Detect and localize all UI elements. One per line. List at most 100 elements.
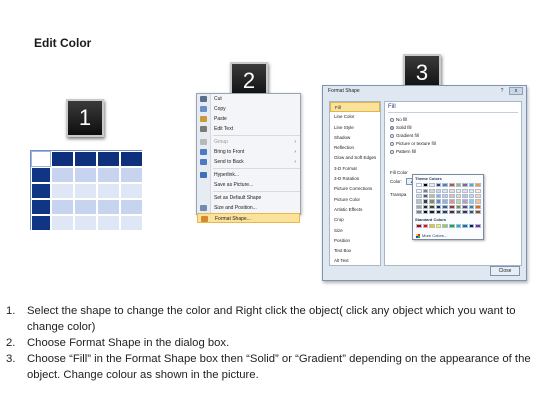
color-swatch[interactable] xyxy=(422,194,429,199)
nav-item-picture-corrections[interactable]: Picture Corrections xyxy=(330,184,380,194)
color-swatch[interactable] xyxy=(468,224,475,229)
nav-item-text-box[interactable]: Text Box xyxy=(330,246,380,256)
color-swatch[interactable] xyxy=(475,183,481,188)
color-swatch[interactable] xyxy=(422,204,429,209)
color-swatch[interactable] xyxy=(475,189,481,194)
radio-button[interactable] xyxy=(390,149,394,154)
dialog-close-x-button[interactable]: x xyxy=(509,87,523,95)
nav-item-reflection[interactable]: Reflection xyxy=(330,143,380,153)
color-swatch[interactable] xyxy=(422,209,429,214)
color-swatch[interactable] xyxy=(416,209,422,214)
color-swatch[interactable] xyxy=(442,199,448,204)
color-swatch[interactable] xyxy=(435,189,442,194)
color-swatch[interactable] xyxy=(462,199,468,204)
color-swatch[interactable] xyxy=(468,189,475,194)
color-swatch[interactable] xyxy=(422,183,429,188)
color-swatch[interactable] xyxy=(448,204,455,209)
color-swatch[interactable] xyxy=(442,209,448,214)
color-swatch[interactable] xyxy=(435,204,442,209)
nav-item-artistic-effects[interactable]: Artistic Effects xyxy=(330,205,380,215)
nav-item-picture-color[interactable]: Picture Color xyxy=(330,195,380,205)
color-swatch[interactable] xyxy=(455,204,462,209)
nav-item-glow-and-soft-edges[interactable]: Glow and Soft Edges xyxy=(330,153,380,163)
color-swatch[interactable] xyxy=(429,224,435,229)
color-swatch[interactable] xyxy=(455,183,462,188)
color-swatch[interactable] xyxy=(455,224,462,229)
fill-option-solid-fill[interactable]: Solid fill xyxy=(390,125,412,131)
color-swatch[interactable] xyxy=(475,224,481,229)
color-swatch[interactable] xyxy=(422,189,429,194)
menu-item-cut[interactable]: Cut xyxy=(197,94,300,104)
nav-item-crop[interactable]: Crop xyxy=(330,215,380,225)
nav-item-line-style[interactable]: Line Style xyxy=(330,123,380,133)
color-swatch[interactable] xyxy=(442,224,448,229)
color-swatch[interactable] xyxy=(462,209,468,214)
color-swatch[interactable] xyxy=(416,189,422,194)
color-swatch[interactable] xyxy=(416,204,422,209)
menu-item-size-and-position[interactable]: Size and Position... xyxy=(197,203,300,213)
color-swatch[interactable] xyxy=(435,199,442,204)
color-swatch[interactable] xyxy=(448,209,455,214)
color-swatch[interactable] xyxy=(442,183,448,188)
color-swatch[interactable] xyxy=(435,183,442,188)
menu-item-copy[interactable]: Copy xyxy=(197,104,300,114)
menu-item-bring-to-front[interactable]: Bring to Front › xyxy=(197,147,300,157)
color-swatch[interactable] xyxy=(429,199,435,204)
nav-item-fill[interactable]: Fill xyxy=(330,102,380,113)
color-swatch[interactable] xyxy=(448,194,455,199)
color-swatch[interactable] xyxy=(462,189,468,194)
color-swatch[interactable] xyxy=(429,209,435,214)
color-swatch[interactable] xyxy=(475,194,481,199)
color-swatch[interactable] xyxy=(429,189,435,194)
menu-item-format-shape[interactable]: Format Shape... xyxy=(197,213,300,223)
color-swatch[interactable] xyxy=(468,209,475,214)
radio-button[interactable] xyxy=(390,141,394,146)
menu-item-edit-text[interactable]: Edit Text xyxy=(197,124,300,134)
color-swatch[interactable] xyxy=(468,183,475,188)
fill-option-pattern-fill[interactable]: Pattern fill xyxy=(390,149,416,155)
menu-item-hyperlink[interactable]: Hyperlink... xyxy=(197,170,300,180)
nav-item-position[interactable]: Position xyxy=(330,236,380,246)
color-swatch[interactable] xyxy=(422,199,429,204)
table-shape[interactable] xyxy=(30,150,143,231)
color-swatch[interactable] xyxy=(442,189,448,194)
color-swatch[interactable] xyxy=(416,199,422,204)
color-swatch[interactable] xyxy=(448,183,455,188)
more-colors-option[interactable]: More Colors... xyxy=(416,233,447,239)
color-swatch[interactable] xyxy=(475,199,481,204)
color-swatch[interactable] xyxy=(448,199,455,204)
color-swatch[interactable] xyxy=(416,224,422,229)
menu-item-send-to-back[interactable]: Send to Back › xyxy=(197,157,300,167)
color-swatch[interactable] xyxy=(468,204,475,209)
nav-item-shadow[interactable]: Shadow xyxy=(330,133,380,143)
color-swatch[interactable] xyxy=(462,204,468,209)
nav-item-line-color[interactable]: Line Color xyxy=(330,112,380,122)
menu-item-paste[interactable]: Paste xyxy=(197,114,300,124)
color-swatch[interactable] xyxy=(455,209,462,214)
color-swatch[interactable] xyxy=(455,194,462,199)
color-swatch[interactable] xyxy=(455,189,462,194)
color-swatch[interactable] xyxy=(416,194,422,199)
color-swatch[interactable] xyxy=(475,204,481,209)
menu-item-group[interactable]: Group › xyxy=(197,137,300,147)
fill-option-gradient-fill[interactable]: Gradient fill xyxy=(390,133,419,139)
fill-option-no-fill[interactable]: No fill xyxy=(390,117,407,123)
color-swatch[interactable] xyxy=(442,194,448,199)
nav-item-size[interactable]: Size xyxy=(330,226,380,236)
color-swatch[interactable] xyxy=(475,209,481,214)
color-swatch[interactable] xyxy=(435,209,442,214)
nav-item-3-d-format[interactable]: 3-D Format xyxy=(330,164,380,174)
color-swatch[interactable] xyxy=(429,204,435,209)
color-swatch[interactable] xyxy=(468,194,475,199)
color-swatch[interactable] xyxy=(462,224,468,229)
color-swatch[interactable] xyxy=(442,204,448,209)
color-swatch[interactable] xyxy=(416,183,422,188)
menu-item-save-as-picture[interactable]: Save as Picture... xyxy=(197,180,300,190)
color-swatch[interactable] xyxy=(435,194,442,199)
color-swatch[interactable] xyxy=(448,224,455,229)
fill-option-picture-or-texture-fill[interactable]: Picture or texture fill xyxy=(390,141,436,147)
menu-item-set-as-default-shape[interactable]: Set as Default Shape xyxy=(197,193,300,203)
radio-button[interactable] xyxy=(390,117,394,122)
color-swatch[interactable] xyxy=(448,189,455,194)
color-swatch[interactable] xyxy=(429,194,435,199)
